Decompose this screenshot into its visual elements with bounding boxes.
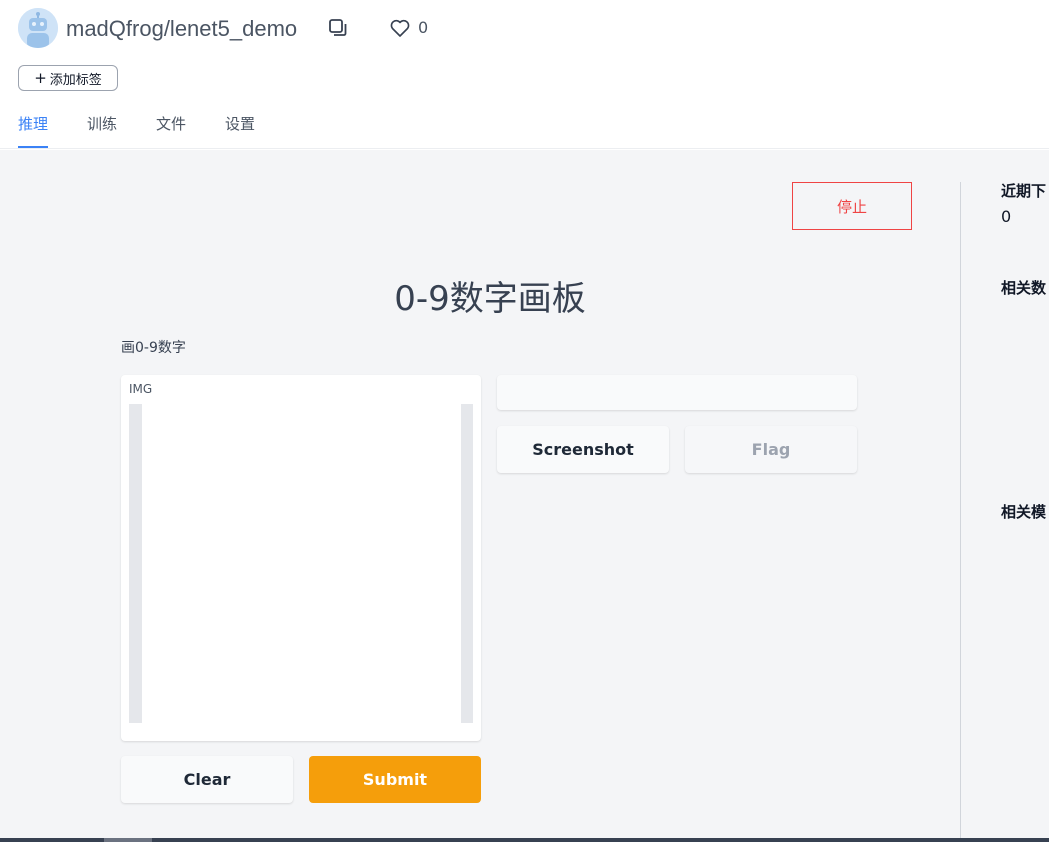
image-input-panel: IMG bbox=[121, 375, 481, 741]
related-models-label: 相关模 bbox=[1001, 503, 1047, 521]
app-title: 0-9数字画板 bbox=[394, 279, 586, 319]
scrollbar-thumb[interactable] bbox=[104, 838, 152, 842]
recent-downloads-value: 0 bbox=[1001, 207, 1012, 226]
recent-downloads-label: 近期下 bbox=[1001, 182, 1047, 200]
tab-training[interactable]: 训练 bbox=[87, 112, 117, 148]
screenshot-button[interactable]: Screenshot bbox=[497, 426, 669, 473]
add-tag-button[interactable]: + 添加标签 bbox=[18, 65, 118, 91]
add-tag-label: 添加标签 bbox=[49, 72, 102, 88]
horizontal-scrollbar[interactable] bbox=[0, 838, 1049, 842]
heart-icon[interactable] bbox=[389, 18, 411, 38]
sketchpad-canvas[interactable] bbox=[142, 404, 461, 723]
sketchpad-frame bbox=[129, 404, 473, 723]
tab-files[interactable]: 文件 bbox=[156, 112, 186, 148]
flag-button[interactable]: Flag bbox=[685, 426, 857, 473]
repo-title[interactable]: madQfrog/lenet5_demo bbox=[66, 14, 297, 44]
right-sidebar: 近期下 0 相关数 相关模 bbox=[960, 150, 1049, 842]
clear-button[interactable]: Clear bbox=[121, 756, 293, 803]
sidebar-divider bbox=[960, 182, 961, 842]
tab-settings[interactable]: 设置 bbox=[225, 112, 255, 148]
page-header: madQfrog/lenet5_demo 0 + 添加标签 推理 训练 文件 设… bbox=[0, 0, 1049, 149]
app-main-panel: 停止 0-9数字画板 画0-9数字 IMG Screenshot Flag Cl… bbox=[0, 150, 960, 842]
like-count: 0 bbox=[418, 18, 429, 37]
tab-bar: 推理 训练 文件 设置 bbox=[18, 112, 294, 148]
stop-button[interactable]: 停止 bbox=[792, 182, 912, 230]
related-datasets-label: 相关数 bbox=[1001, 279, 1047, 297]
plus-icon: + bbox=[34, 68, 47, 87]
robot-avatar-icon[interactable] bbox=[18, 8, 58, 48]
image-input-label: IMG bbox=[129, 382, 153, 396]
output-label-box bbox=[497, 375, 857, 410]
copy-icon[interactable] bbox=[328, 18, 348, 38]
tab-inference[interactable]: 推理 bbox=[18, 112, 49, 148]
app-description: 画0-9数字 bbox=[121, 340, 186, 356]
submit-button[interactable]: Submit bbox=[309, 756, 481, 803]
